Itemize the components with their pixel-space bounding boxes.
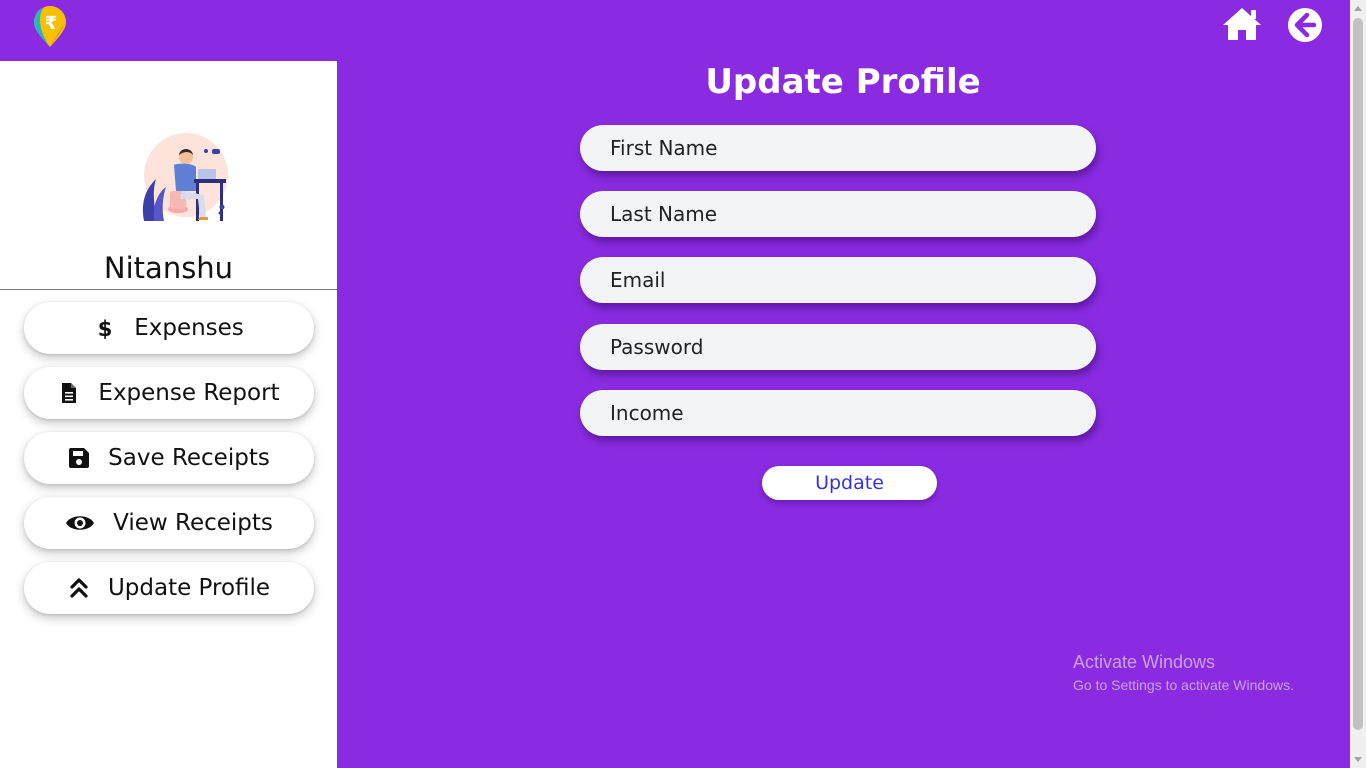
sidebar: Nitanshu $ Expenses Expense Report Save … xyxy=(0,61,337,768)
sidebar-item-update-profile[interactable]: Update Profile xyxy=(24,562,314,614)
sidebar-item-label: View Receipts xyxy=(113,510,273,536)
floppy-disk-icon xyxy=(69,448,90,468)
dollar-icon: $ xyxy=(98,317,113,339)
sidebar-item-label: Save Receipts xyxy=(108,445,270,471)
page-title: Update Profile xyxy=(705,62,981,102)
scroll-up-arrow-icon[interactable] xyxy=(1354,6,1362,11)
svg-text:$: $ xyxy=(98,317,113,339)
password-field[interactable] xyxy=(580,324,1096,370)
sidebar-item-label: Update Profile xyxy=(107,575,271,601)
svg-text:₹: ₹ xyxy=(45,13,58,34)
home-icon[interactable] xyxy=(1221,6,1263,42)
sidebar-item-save-receipts[interactable]: Save Receipts xyxy=(24,432,314,484)
sidebar-item-label: Expenses xyxy=(134,315,244,341)
last-name-field[interactable] xyxy=(580,191,1096,237)
vertical-scrollbar[interactable] xyxy=(1350,0,1366,768)
scrollbar-thumb[interactable] xyxy=(1353,18,1363,730)
activate-windows-watermark: Activate Windows Go to Settings to activ… xyxy=(1073,652,1294,693)
watermark-subtitle: Go to Settings to activate Windows. xyxy=(1073,677,1294,693)
username: Nitanshu xyxy=(103,251,234,285)
first-name-field[interactable] xyxy=(580,125,1096,171)
sidebar-divider xyxy=(0,289,337,290)
eye-icon xyxy=(66,516,95,530)
rupee-pin-icon[interactable]: ₹ xyxy=(30,6,70,48)
sidebar-item-expenses[interactable]: $ Expenses xyxy=(24,302,314,354)
file-icon xyxy=(62,383,77,403)
double-chevron-up-icon xyxy=(70,578,88,598)
income-field[interactable] xyxy=(580,390,1096,436)
sidebar-item-view-receipts[interactable]: View Receipts xyxy=(24,497,314,549)
avatar xyxy=(134,129,230,225)
email-field[interactable] xyxy=(580,257,1096,303)
sidebar-item-label: Expense Report xyxy=(98,380,280,406)
sidebar-item-expense-report[interactable]: Expense Report xyxy=(24,367,314,419)
update-button[interactable]: Update xyxy=(762,466,937,500)
arrow-left-circle-icon[interactable] xyxy=(1286,6,1324,44)
scroll-down-arrow-icon[interactable] xyxy=(1354,757,1362,762)
top-bar: ₹ xyxy=(0,0,1350,61)
watermark-title: Activate Windows xyxy=(1073,652,1216,672)
